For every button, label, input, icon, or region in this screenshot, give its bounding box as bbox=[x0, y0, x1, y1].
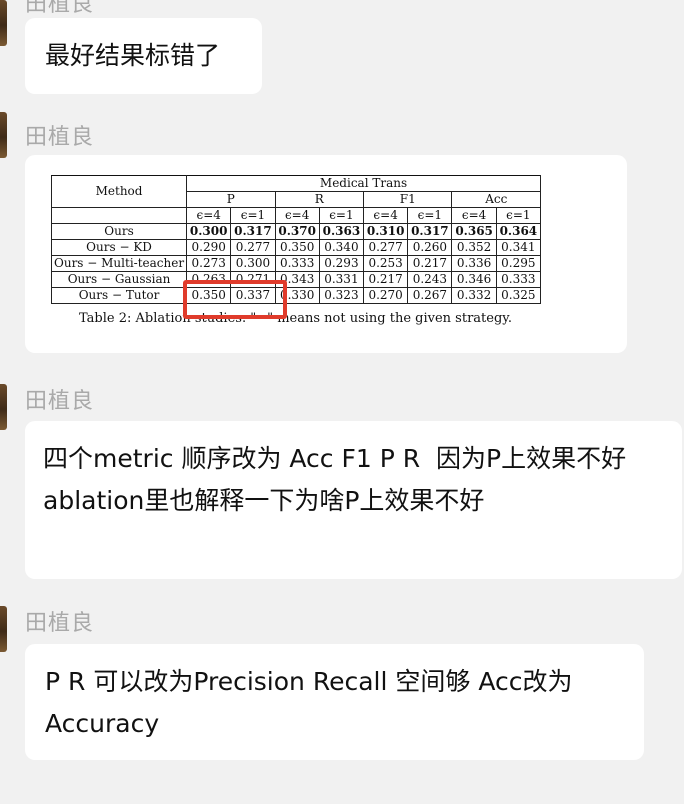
table-header: ϵ=4 bbox=[186, 207, 232, 224]
table-header: ϵ=1 bbox=[230, 207, 276, 224]
table-cell: 0.365 bbox=[451, 223, 497, 240]
table-cell: 0.332 bbox=[451, 287, 497, 304]
table-cell: 0.243 bbox=[407, 271, 453, 288]
table-header: ϵ=4 bbox=[363, 207, 409, 224]
table-cell: 0.323 bbox=[318, 287, 365, 304]
table-cell: 0.267 bbox=[407, 287, 453, 304]
message-text: P R 可以改为Precision Recall 空间够 Acc改为 Accur… bbox=[45, 667, 573, 738]
table-cell: 0.333 bbox=[495, 271, 542, 288]
avatar[interactable] bbox=[0, 0, 7, 46]
sender-name: 田植良 bbox=[25, 125, 95, 150]
message-text: 最好结果标错了 bbox=[45, 41, 221, 70]
sender-name: 田植良 bbox=[25, 389, 95, 414]
table-row: Ours − Gaussian 0.263 0.271 0.343 0.331 … bbox=[50, 271, 542, 288]
table-cell: 0.370 bbox=[274, 223, 320, 240]
table-cell: 0.325 bbox=[495, 287, 542, 304]
table-cell: 0.300 bbox=[230, 255, 276, 272]
table-cell: 0.300 bbox=[186, 223, 232, 240]
table-cell: 0.290 bbox=[186, 239, 232, 256]
table-cell: 0.317 bbox=[407, 223, 453, 240]
table-cell: 0.277 bbox=[230, 239, 276, 256]
table-cell: 0.341 bbox=[495, 239, 542, 256]
table-cell: Ours − Multi-teacher bbox=[50, 255, 188, 272]
table-cell: 0.277 bbox=[363, 239, 409, 256]
table-cell: 0.363 bbox=[318, 223, 365, 240]
table-row: Ours 0.300 0.317 0.370 0.363 0.310 0.317… bbox=[50, 223, 542, 240]
table-cell: 0.273 bbox=[186, 255, 232, 272]
highlight-box bbox=[183, 280, 287, 319]
table-header: ϵ=1 bbox=[318, 207, 365, 224]
table-cell: 0.333 bbox=[274, 255, 320, 272]
table-cell: 0.317 bbox=[230, 223, 276, 240]
message-bubble[interactable]: 最好结果标错了 bbox=[25, 18, 262, 94]
table-cell: 0.310 bbox=[363, 223, 409, 240]
message-text: 四个metric 顺序改为 Acc F1 P R 因为P上效果不好 ablati… bbox=[43, 444, 627, 515]
table-cell: 0.253 bbox=[363, 255, 409, 272]
table-cell: 0.293 bbox=[318, 255, 365, 272]
table-cell: Ours − Tutor bbox=[50, 287, 188, 304]
table-cell: 0.364 bbox=[495, 223, 542, 240]
table-cell: 0.352 bbox=[451, 239, 497, 256]
table-cell: 0.260 bbox=[407, 239, 453, 256]
message-bubble[interactable]: 四个metric 顺序改为 Acc F1 P R 因为P上效果不好 ablati… bbox=[25, 421, 682, 579]
table-cell: 0.331 bbox=[318, 271, 365, 288]
table-row: Ours − KD 0.290 0.277 0.350 0.340 0.277 … bbox=[50, 239, 542, 256]
avatar[interactable] bbox=[0, 112, 7, 158]
table-header: ϵ=1 bbox=[495, 207, 542, 224]
message-bubble[interactable]: P R 可以改为Precision Recall 空间够 Acc改为 Accur… bbox=[25, 644, 644, 760]
table-header: Method bbox=[50, 175, 188, 208]
avatar[interactable] bbox=[0, 606, 7, 652]
table-header: ϵ=4 bbox=[274, 207, 320, 224]
table-header: ϵ=1 bbox=[407, 207, 453, 224]
table-cell: 0.350 bbox=[274, 239, 320, 256]
table-cell: 0.295 bbox=[495, 255, 542, 272]
table-row: Ours − Multi-teacher 0.273 0.300 0.333 0… bbox=[50, 255, 542, 272]
table-caption: Table 2: Ablation studies. "−" means not… bbox=[79, 311, 513, 326]
ablation-table: Method Medical Trans P R F1 Acc ϵ=4 ϵ=1 … bbox=[50, 175, 542, 304]
table-cell: 0.217 bbox=[407, 255, 453, 272]
table-cell: 0.336 bbox=[451, 255, 497, 272]
table-cell: Ours bbox=[50, 223, 188, 240]
sender-name: 田植良 bbox=[25, 611, 95, 636]
table-header: Acc bbox=[451, 191, 541, 208]
table-header: P bbox=[186, 191, 276, 208]
table-cell: Ours − KD bbox=[50, 239, 188, 256]
table-header: ϵ=4 bbox=[451, 207, 497, 224]
table-cell: 0.346 bbox=[451, 271, 497, 288]
avatar[interactable] bbox=[0, 384, 7, 430]
sender-name: 田植良 bbox=[25, 0, 95, 17]
table-header: R bbox=[274, 191, 365, 208]
table-cell: 0.270 bbox=[363, 287, 409, 304]
image-message[interactable]: Method Medical Trans P R F1 Acc ϵ=4 ϵ=1 … bbox=[25, 155, 627, 353]
table-cell: 0.340 bbox=[318, 239, 365, 256]
table-header: F1 bbox=[363, 191, 453, 208]
table-header: Medical Trans bbox=[186, 175, 541, 192]
table-cell: 0.217 bbox=[363, 271, 409, 288]
table-row: Ours − Tutor 0.350 0.337 0.330 0.323 0.2… bbox=[50, 287, 542, 304]
table-cell: Ours − Gaussian bbox=[50, 271, 188, 288]
